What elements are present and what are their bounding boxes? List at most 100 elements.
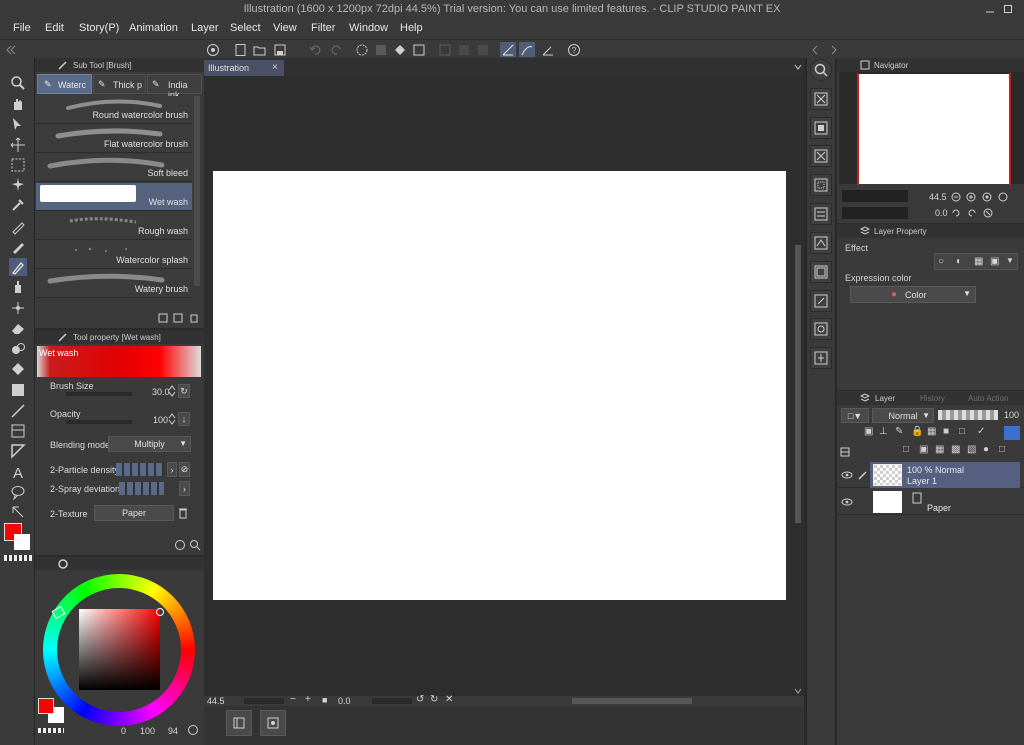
transparent-color-swatch[interactable] <box>38 728 64 733</box>
material-icon-9[interactable] <box>810 318 832 340</box>
brush-item-soft-bleed[interactable]: Soft bleed <box>36 154 192 182</box>
color-wheel-tab-icon[interactable] <box>57 558 69 569</box>
canvas[interactable] <box>213 171 786 600</box>
fit-icon[interactable]: ■ <box>322 695 327 705</box>
layer-color-button[interactable] <box>1004 426 1020 440</box>
zoom-in-icon[interactable]: + <box>305 694 311 705</box>
delete-layer-icon[interactable]: □ <box>999 444 1005 455</box>
texture-button[interactable]: Paper <box>94 505 174 521</box>
navigator-zoom-in-icon[interactable] <box>965 191 976 202</box>
maximize-icon[interactable] <box>1001 2 1015 16</box>
selection-toggle-icon[interactable] <box>456 42 472 57</box>
draft-layer-icon[interactable]: ✎ <box>895 426 903 437</box>
navigator-rotate-right-icon[interactable] <box>966 207 977 218</box>
tone-effect-icon[interactable]: ◐ <box>956 256 962 267</box>
brush-item-watercolor-splash[interactable]: Watercolor splash <box>36 241 192 269</box>
material-icon-10[interactable] <box>810 347 832 369</box>
airbrush-tool-icon[interactable] <box>9 278 27 296</box>
brush-size-slider[interactable] <box>66 392 132 396</box>
material-icon-3[interactable] <box>810 145 832 167</box>
navigator-zoom-slider[interactable] <box>842 190 908 202</box>
canvas-horizontal-scrollbar[interactable] <box>572 698 692 704</box>
figure-tool-icon[interactable] <box>9 402 27 420</box>
subtool-tab-thick-paint[interactable]: ✎ Thick p <box>93 74 146 94</box>
layer-mode-icon[interactable]: □▼ <box>841 408 869 423</box>
add-subtool-icon[interactable] <box>157 312 169 324</box>
text-tool-icon[interactable]: A <box>9 463 27 481</box>
layer-tab-label[interactable]: Layer <box>875 394 895 403</box>
stepper-icon[interactable] <box>168 413 176 425</box>
menu-window[interactable]: Window <box>349 22 388 34</box>
decoration-tool-icon[interactable] <box>9 299 27 317</box>
hide-selection-icon[interactable] <box>437 42 453 57</box>
material-icon-4[interactable] <box>810 174 832 196</box>
menu-animation[interactable]: Animation <box>129 22 178 34</box>
layer-tab-icon[interactable] <box>859 392 871 404</box>
chevron-right-icon[interactable]: › <box>167 462 177 477</box>
color-picker-cursor[interactable] <box>156 608 164 616</box>
canvas-tab[interactable]: Illustration × <box>204 60 284 76</box>
menu-view[interactable]: View <box>273 22 297 34</box>
new-raster-layer-icon[interactable]: □ <box>903 444 909 455</box>
transfer-layer-icon[interactable]: ▩ <box>951 444 960 455</box>
selection-tool-icon[interactable] <box>9 156 27 174</box>
menu-file[interactable]: File <box>13 22 31 34</box>
clear-icon[interactable] <box>354 42 370 57</box>
material-icon-2[interactable] <box>810 117 832 139</box>
particle-density-slider[interactable] <box>116 463 164 476</box>
new-canvas-icon[interactable] <box>233 42 249 57</box>
transform-icon[interactable] <box>411 42 427 57</box>
zoom-value[interactable]: 44.5 <box>207 696 225 706</box>
navigator-rotation-slider[interactable] <box>842 207 908 219</box>
scroll-down-icon[interactable] <box>793 686 803 696</box>
zoom-slider[interactable] <box>244 698 284 704</box>
lock-transparent-icon[interactable]: ▦ <box>927 426 936 437</box>
brush-item-round-watercolor[interactable]: Round watercolor brush <box>36 96 192 124</box>
rotation-slider[interactable] <box>372 698 412 704</box>
saturation-value-square[interactable] <box>79 609 160 690</box>
operation-tool-icon[interactable] <box>9 115 27 133</box>
blending-dropdown[interactable]: Multiply ▼ <box>108 436 191 452</box>
material-icon-5[interactable] <box>810 203 832 225</box>
extract-line-icon[interactable]: ▦ <box>974 256 983 267</box>
navigator-reset-rotation-icon[interactable] <box>982 207 993 218</box>
move-tool-icon[interactable] <box>9 136 27 154</box>
copy-subtool-icon[interactable] <box>172 312 184 324</box>
layer-color-icon[interactable]: ▣ <box>990 256 999 267</box>
particle-pressure-icon[interactable]: ⊘ <box>179 462 190 477</box>
undo-icon[interactable] <box>308 42 324 57</box>
lock-icon[interactable]: 🔒 <box>911 426 923 437</box>
navigator-fit-icon[interactable] <box>981 191 992 202</box>
spray-deviation-slider[interactable] <box>119 482 164 495</box>
history-tab-label[interactable]: History <box>920 394 945 403</box>
brush-tool-icon[interactable] <box>9 258 27 276</box>
navigator-zoom-out-icon[interactable] <box>950 191 961 202</box>
menu-story[interactable]: Story(P) <box>79 22 119 34</box>
subtool-scrollbar[interactable] <box>194 96 200 286</box>
brush-item-wet-wash[interactable]: Wet wash <box>36 183 192 211</box>
mask-icon[interactable]: ■ <box>943 426 949 437</box>
open-icon[interactable] <box>252 42 268 57</box>
eye-icon[interactable] <box>840 495 854 509</box>
brush-size-value[interactable]: 30.0 <box>152 387 170 397</box>
redo-icon[interactable] <box>328 42 344 57</box>
auto-select-tool-icon[interactable] <box>9 176 27 194</box>
snap-special-ruler-icon[interactable] <box>519 42 535 57</box>
tool-settings-icon[interactable] <box>174 539 186 551</box>
ruler-tool-icon[interactable] <box>9 442 27 460</box>
frame-border-tool-icon[interactable] <box>9 422 27 440</box>
zoom-tool-icon[interactable] <box>9 74 27 92</box>
navigator-actual-size-icon[interactable] <box>997 191 1008 202</box>
gradient-tool-icon[interactable] <box>9 381 27 399</box>
menu-filter[interactable]: Filter <box>311 22 335 34</box>
close-icon[interactable]: × <box>272 62 278 73</box>
expression-color-dropdown[interactable]: ● Color ▼ <box>850 286 976 303</box>
pressure-icon[interactable]: ↻ <box>178 384 190 398</box>
save-icon[interactable] <box>272 42 288 57</box>
clear-selection-icon[interactable] <box>373 42 389 57</box>
eraser-tool-icon[interactable] <box>9 319 27 337</box>
snap-grid-icon[interactable] <box>540 42 556 57</box>
chevron-right-icon[interactable]: › <box>179 481 190 496</box>
layer-opacity-value[interactable]: 100 <box>1004 410 1019 420</box>
panel-nav-left-icon[interactable] <box>808 42 824 57</box>
